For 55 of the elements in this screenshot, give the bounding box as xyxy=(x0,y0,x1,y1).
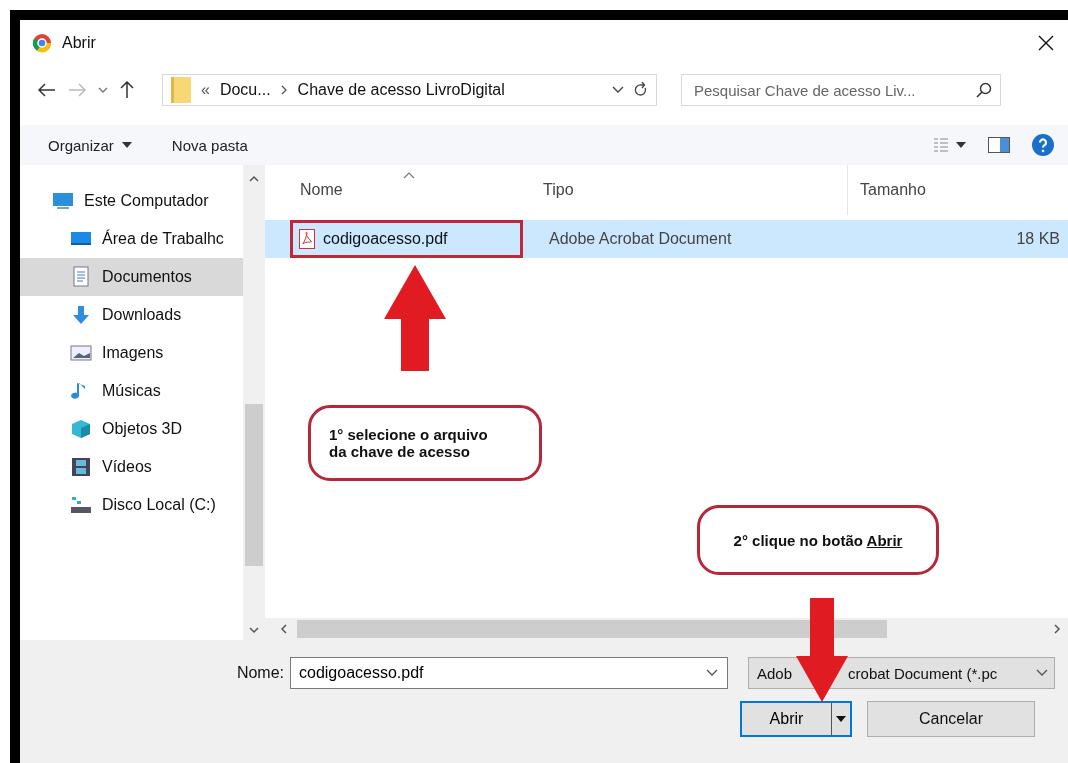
pdf-file-icon xyxy=(299,229,315,249)
chevron-down-icon[interactable] xyxy=(1036,669,1048,677)
refresh-icon[interactable] xyxy=(634,82,648,98)
breadcrumb[interactable]: Docu... xyxy=(219,81,271,99)
nav-item[interactable]: Objetos 3D xyxy=(20,410,243,448)
scroll-right-icon[interactable] xyxy=(1052,623,1062,635)
scroll-left-icon[interactable] xyxy=(279,623,289,635)
nav-item[interactable]: Área de Trabalhc xyxy=(20,220,243,258)
breadcrumb[interactable]: Chave de acesso LivroDigital xyxy=(297,81,505,99)
callout-note: 1° selecione o arquivo da chave de acesso xyxy=(308,405,542,481)
scroll-thumb[interactable] xyxy=(245,404,263,566)
chevron-down-icon[interactable] xyxy=(706,669,718,677)
open-button[interactable]: Abrir xyxy=(740,701,852,737)
window-title: Abrir xyxy=(62,33,97,52)
breadcrumb-overflow[interactable]: « xyxy=(201,81,210,99)
nav-item[interactable]: Vídeos xyxy=(20,448,243,486)
scroll-thumb[interactable] xyxy=(297,620,887,638)
nav-item[interactable]: Downloads xyxy=(20,296,243,334)
caret-icon[interactable] xyxy=(121,142,132,148)
chevron-down-icon[interactable] xyxy=(98,86,108,94)
nav-item[interactable]: Documentos xyxy=(20,258,243,296)
chevron-right-icon xyxy=(280,85,288,95)
app-icon xyxy=(32,32,52,53)
caret-icon[interactable] xyxy=(836,716,846,722)
close-icon[interactable] xyxy=(1038,34,1054,51)
back-button[interactable] xyxy=(38,83,56,97)
chevron-down-icon[interactable] xyxy=(612,86,624,94)
nav-item[interactable]: Disco Local (C:) xyxy=(20,486,243,524)
file-type: Adobe Acrobat Document xyxy=(548,230,733,248)
horizontal-scrollbar[interactable] xyxy=(265,618,1068,640)
cancel-button[interactable]: Cancelar xyxy=(867,701,1035,737)
file-name-label: Nome: xyxy=(235,664,285,682)
nav-item[interactable]: Este Computador xyxy=(20,182,243,220)
column-header[interactable]: Tamanho xyxy=(848,165,1068,215)
help-icon[interactable] xyxy=(1032,134,1054,156)
callout-note: 2° clique no botão Abrir xyxy=(697,505,939,575)
view-options-icon[interactable] xyxy=(934,138,966,152)
address-bar[interactable]: « Docu... Chave de acesso LivroDigital xyxy=(162,74,657,106)
organize-button[interactable]: Organizar xyxy=(48,136,132,154)
column-header[interactable]: Tipo xyxy=(543,165,848,215)
nav-item[interactable]: Músicas xyxy=(20,372,243,410)
up-button[interactable] xyxy=(120,81,134,99)
file-name-field[interactable]: codigoacesso.pdf xyxy=(290,657,728,689)
file-row[interactable]: codigoacesso.pdf Adobe Acrobat Document 18 KB xyxy=(265,220,1068,258)
sort-caret-icon xyxy=(403,171,415,179)
file-name: codigoacesso.pdf xyxy=(299,229,448,249)
scroll-down-icon[interactable] xyxy=(248,624,260,636)
file-size: 18 KB xyxy=(1016,230,1061,248)
nav-item[interactable]: Imagens xyxy=(20,334,243,372)
new-folder-button[interactable]: Nova pasta xyxy=(171,136,248,154)
search-icon xyxy=(976,82,992,98)
column-header[interactable]: Nome xyxy=(265,165,543,215)
preview-pane-icon[interactable] xyxy=(988,137,1010,153)
vertical-scrollbar[interactable] xyxy=(243,165,265,640)
search-field[interactable]: Pesquisar Chave de acesso Liv... xyxy=(681,74,1001,106)
